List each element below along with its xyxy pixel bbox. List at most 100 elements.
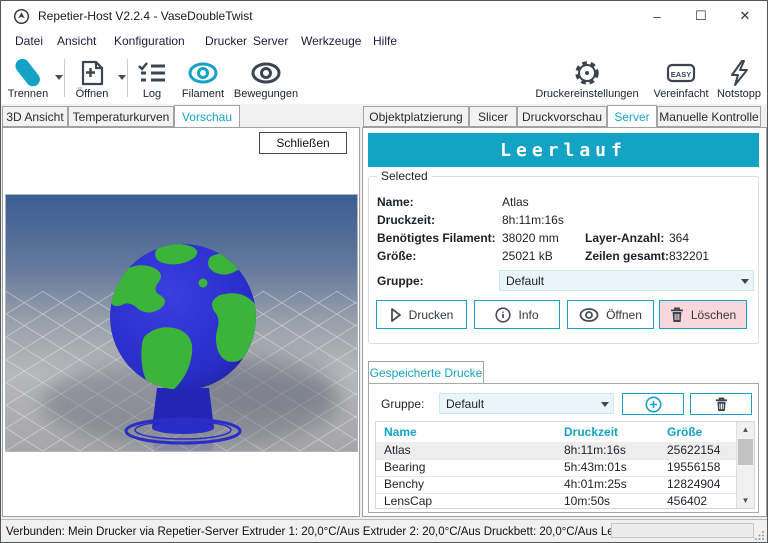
tab-temperaturkurven[interactable]: Temperaturkurven — [68, 106, 174, 127]
zeilen-label: Zeilen gesamt: — [585, 249, 670, 263]
toolbar-trennen-button[interactable]: Trennen — [3, 56, 53, 100]
scrollbar-thumb[interactable] — [738, 439, 753, 465]
groesse-label: Größe: — [377, 249, 417, 263]
tab-3d-ansicht[interactable]: 3D Ansicht — [2, 106, 68, 127]
easy-badge-icon: EASY — [664, 59, 698, 87]
filament-label: Benötigtes Filament: — [377, 231, 496, 245]
play-icon — [390, 307, 401, 322]
app-logo-icon — [13, 8, 30, 24]
saved-prints-table: Name Druckzeit Größe Atlas 8h:11m:16s 25… — [375, 421, 755, 509]
gruppe-dropdown[interactable]: Default — [499, 270, 754, 291]
tab-vorschau[interactable]: Vorschau — [174, 105, 240, 128]
col-druckzeit[interactable]: Druckzeit — [564, 425, 618, 439]
col-groesse[interactable]: Größe — [667, 425, 702, 439]
selected-legend: Selected — [377, 169, 432, 183]
print-progress-bar — [611, 523, 754, 538]
title-bar: Repetier-Host V2.2.4 - VaseDoubleTwist –… — [1, 1, 767, 31]
tab-manuelle-kontrolle[interactable]: Manuelle Kontrolle — [657, 106, 761, 127]
menu-ansicht[interactable]: Ansicht — [57, 34, 96, 48]
saved-gruppe-label: Gruppe: — [381, 397, 425, 411]
scroll-up-icon[interactable]: ▲ — [737, 422, 754, 437]
drucken-button[interactable]: Drucken — [376, 300, 467, 329]
tab-server[interactable]: Server — [607, 105, 657, 128]
scroll-down-icon[interactable]: ▼ — [737, 493, 754, 508]
menu-werkzeuge[interactable]: Werkzeuge — [301, 34, 361, 48]
toolbar-separator — [127, 59, 128, 97]
menu-server[interactable]: Server — [253, 34, 288, 48]
toolbar-notstopp-button[interactable]: Notstopp — [713, 56, 765, 100]
tab-gespeicherte-drucke[interactable]: Gespeicherte Drucke — [368, 361, 484, 384]
menu-konfiguration[interactable]: Konfiguration — [114, 34, 185, 48]
toolbar-filament-button[interactable]: Filament — [177, 56, 229, 100]
saved-prints-panel: Gruppe: Default Name Druckzeit Größe Atl… — [368, 383, 759, 513]
col-name[interactable]: Name — [384, 425, 417, 439]
oeffnen-dropdown-arrow[interactable] — [118, 75, 126, 80]
menu-drucker[interactable]: Drucker — [205, 34, 247, 48]
menu-datei[interactable]: Datei — [15, 34, 43, 48]
add-group-button[interactable] — [622, 393, 684, 415]
filament-value: 38020 mm — [502, 231, 559, 245]
toolbar-label: Vereinfacht — [653, 88, 709, 100]
close-button[interactable]: ✕ — [723, 1, 767, 31]
name-value: Atlas — [502, 195, 529, 209]
druckzeit-value: 8h:11m:16s — [502, 213, 564, 227]
connect-icon — [11, 59, 45, 87]
gruppe-label: Gruppe: — [377, 274, 424, 288]
open-file-icon — [78, 59, 106, 87]
printer-state-banner: Leerlauf — [368, 133, 759, 167]
filament-eye-icon — [187, 59, 219, 87]
groesse-value: 25021 kB — [502, 249, 553, 263]
toolbar-oeffnen-button[interactable]: Öffnen — [68, 56, 116, 100]
resize-grip-icon[interactable] — [754, 530, 765, 541]
table-row-benchy[interactable]: Benchy 4h:01m:25s 12824904 — [376, 476, 737, 494]
saved-gruppe-dropdown[interactable]: Default — [439, 393, 614, 414]
delete-group-button[interactable] — [690, 393, 752, 415]
zeilen-value: 832201 — [669, 249, 710, 263]
3d-viewport[interactable] — [1, 194, 396, 542]
oeffnen-button[interactable]: Öffnen — [567, 300, 654, 329]
globe-render — [1, 195, 396, 542]
toolbar: Trennen Öffnen Log Filament Bewegungen D… — [1, 53, 767, 105]
toolbar-vereinfacht-button[interactable]: EASY Vereinfacht — [649, 56, 713, 100]
layer-label: Layer-Anzahl: — [585, 231, 665, 245]
app-window: Repetier-Host V2.2.4 - VaseDoubleTwist –… — [0, 0, 768, 543]
menu-hilfe[interactable]: Hilfe — [373, 34, 397, 48]
trash-icon — [670, 307, 683, 322]
table-row-atlas[interactable]: Atlas 8h:11m:16s 25622154 — [376, 442, 737, 460]
loeschen-button[interactable]: Löschen — [659, 300, 747, 329]
toolbar-label: Bewegungen — [233, 88, 299, 100]
trennen-dropdown-arrow[interactable] — [55, 75, 63, 80]
name-label: Name: — [377, 195, 414, 209]
tab-slicer[interactable]: Slicer — [469, 106, 517, 127]
info-icon — [495, 306, 512, 323]
menu-bar: Datei Ansicht Konfiguration Drucker Serv… — [1, 31, 767, 53]
maximize-button[interactable]: ☐ — [679, 1, 723, 31]
toolbar-label: Log — [142, 88, 162, 100]
trash-icon — [715, 397, 727, 411]
toolbar-label: Druckereinstellungen — [535, 88, 639, 100]
layer-value: 364 — [669, 231, 690, 245]
info-button[interactable]: Info — [474, 300, 560, 329]
toolbar-label: Trennen — [7, 88, 49, 100]
table-scrollbar[interactable]: ▲ ▼ — [736, 422, 754, 508]
druckzeit-label: Druckzeit: — [377, 213, 436, 227]
tab-objektplatzierung[interactable]: Objektplatzierung — [363, 106, 469, 127]
minimize-button[interactable]: – — [635, 1, 679, 31]
server-panel: Leerlauf Selected Name: Atlas Druckzeit:… — [362, 127, 767, 517]
preview-panel: Schließen — [1, 127, 396, 542]
toolbar-druckereinstellungen-button[interactable]: Druckereinstellungen — [531, 56, 643, 100]
toolbar-log-button[interactable]: Log — [131, 56, 173, 100]
toolbar-label: Filament — [181, 88, 225, 100]
status-text: Verbunden: Mein Drucker via Repetier-Ser… — [6, 525, 643, 538]
schliessen-button[interactable]: Schließen — [259, 132, 347, 154]
log-checklist-icon — [137, 59, 167, 87]
toolbar-separator — [64, 59, 65, 97]
toolbar-bewegungen-button[interactable]: Bewegungen — [233, 56, 299, 100]
gear-icon — [573, 59, 601, 87]
window-title: Repetier-Host V2.2.4 - VaseDoubleTwist — [38, 9, 253, 23]
toolbar-label: Notstopp — [716, 88, 762, 100]
table-row-lenscap[interactable]: LensCap 10m:50s 456402 — [376, 493, 737, 508]
tab-druckvorschau[interactable]: Druckvorschau — [517, 106, 607, 127]
table-row-bearing[interactable]: Bearing 5h:43m:01s 19556158 — [376, 459, 737, 477]
eye-icon — [579, 307, 599, 322]
